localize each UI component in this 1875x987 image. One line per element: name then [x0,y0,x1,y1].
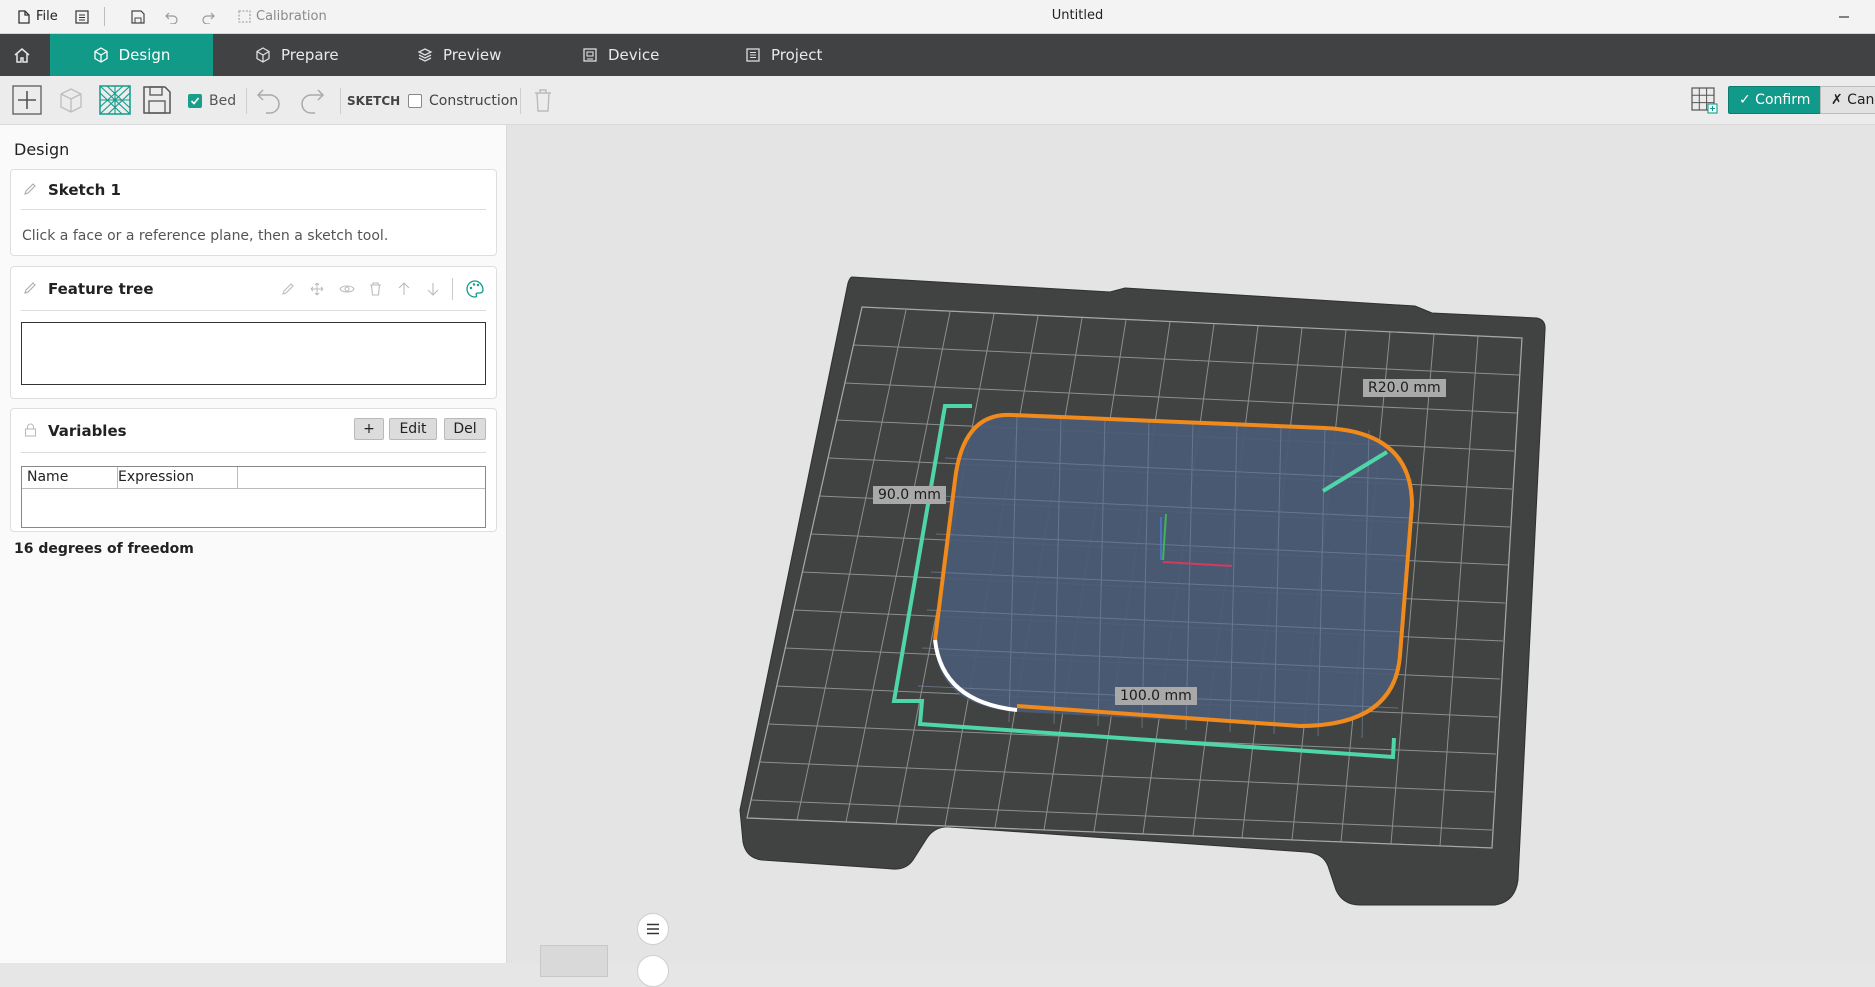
undo-button[interactable] [252,84,286,116]
edit-variable-button[interactable]: Edit [389,418,437,440]
sketch-toolbar: Bed SKETCH Construction ✓ Confirm ✗ Canc… [0,76,1875,125]
tab-device-label: Device [608,46,660,64]
print-bed-scene[interactable] [507,125,1875,963]
view-menu-button[interactable] [637,913,669,945]
move-feature-icon[interactable] [310,282,324,296]
delete-variable-button[interactable]: Del [444,418,486,440]
home-button[interactable] [8,43,36,67]
layers-icon [417,48,433,62]
tab-project[interactable]: Project [733,34,834,76]
mesh-icon [99,85,131,115]
viewport-3d[interactable]: R20.0 mm 90.0 mm 100.0 mm [507,125,1875,987]
arrow-up-icon[interactable] [398,282,410,296]
sketch-mode-label: SKETCH [347,94,401,108]
sketch-profile [935,414,1412,726]
main-nav: Design Prepare Preview Device Project [0,34,1875,76]
confirm-button[interactable]: ✓ Confirm [1728,86,1822,114]
column-name[interactable]: Name [22,467,118,488]
undo-icon [256,89,280,114]
panel-title: Design [14,140,70,159]
bed-checkbox[interactable] [188,94,202,108]
view-cube[interactable] [540,945,608,977]
tab-device[interactable]: Device [570,34,671,76]
degrees-of-freedom: 16 degrees of freedom [14,541,194,557]
save-icon [143,86,171,114]
construction-toggle[interactable]: Construction [408,93,518,109]
cube-icon [93,47,108,63]
feature-tree-list[interactable] [21,322,486,385]
eye-icon[interactable] [339,282,355,296]
variables-card: Variables + Edit Del Name Expression [10,408,497,532]
construction-label: Construction [429,93,519,109]
window-title: Untitled [1051,8,1104,23]
tab-prepare[interactable]: Prepare [243,34,351,76]
tab-design[interactable]: Design [50,34,213,76]
redo-icon [301,89,325,114]
tab-preview-label: Preview [443,46,502,64]
box-icon [256,47,270,63]
edit-feature-icon[interactable] [281,282,295,296]
title-bar: File Calibration Untitled [0,0,1875,34]
mesh-button[interactable] [97,83,133,117]
plus-box-icon [12,85,42,115]
pencil-icon[interactable] [23,182,37,196]
minimize-icon[interactable] [1838,0,1850,33]
tab-prepare-label: Prepare [281,46,339,64]
tab-project-label: Project [771,46,823,64]
trash-icon[interactable] [369,282,382,296]
list-icon [746,48,760,62]
trash-icon [535,89,551,112]
pencil-icon [24,282,36,294]
variables-table-header: Name Expression [22,467,485,489]
variables-title: Variables [48,422,127,440]
lock-icon [24,423,37,437]
add-variable-button[interactable]: + [354,418,384,440]
tab-design-label: Design [118,46,171,64]
view-settings-button[interactable] [637,955,669,987]
design-panel: Design Sketch 1 Click a face or a refere… [0,125,507,963]
palette-icon[interactable] [465,279,485,299]
sketch-card: Sketch 1 Click a face or a reference pla… [10,169,497,256]
feature-tree-card: Feature tree [10,266,497,399]
grid-icon [1691,87,1718,114]
add-sketch-button[interactable] [10,83,44,117]
feature-tree-title: Feature tree [48,280,154,298]
cancel-button[interactable]: ✗ Cancel [1820,86,1875,114]
bed-label: Bed [209,93,237,109]
height-dimension[interactable]: 90.0 mm [873,486,946,504]
construction-checkbox[interactable] [408,94,422,108]
device-icon [583,48,597,62]
delete-button[interactable] [530,86,556,114]
step-box-icon [60,88,82,113]
tab-preview[interactable]: Preview [405,34,513,76]
column-expression[interactable]: Expression [112,467,238,488]
arrow-down-icon[interactable] [427,282,439,296]
home-icon [14,47,30,63]
grid-snap-button[interactable] [1690,86,1718,114]
hamburger-icon [647,923,659,935]
step-import-button[interactable] [54,83,88,117]
sketch-hint: Click a face or a reference plane, then … [22,228,389,244]
variables-table[interactable]: Name Expression [21,466,486,528]
redo-button[interactable] [295,84,329,116]
sketch-name[interactable]: Sketch 1 [48,181,121,199]
bed-toggle[interactable]: Bed [188,93,236,109]
radius-dimension[interactable]: R20.0 mm [1363,379,1446,397]
width-dimension[interactable]: 100.0 mm [1115,687,1197,705]
save-sketch-button[interactable] [140,83,174,117]
